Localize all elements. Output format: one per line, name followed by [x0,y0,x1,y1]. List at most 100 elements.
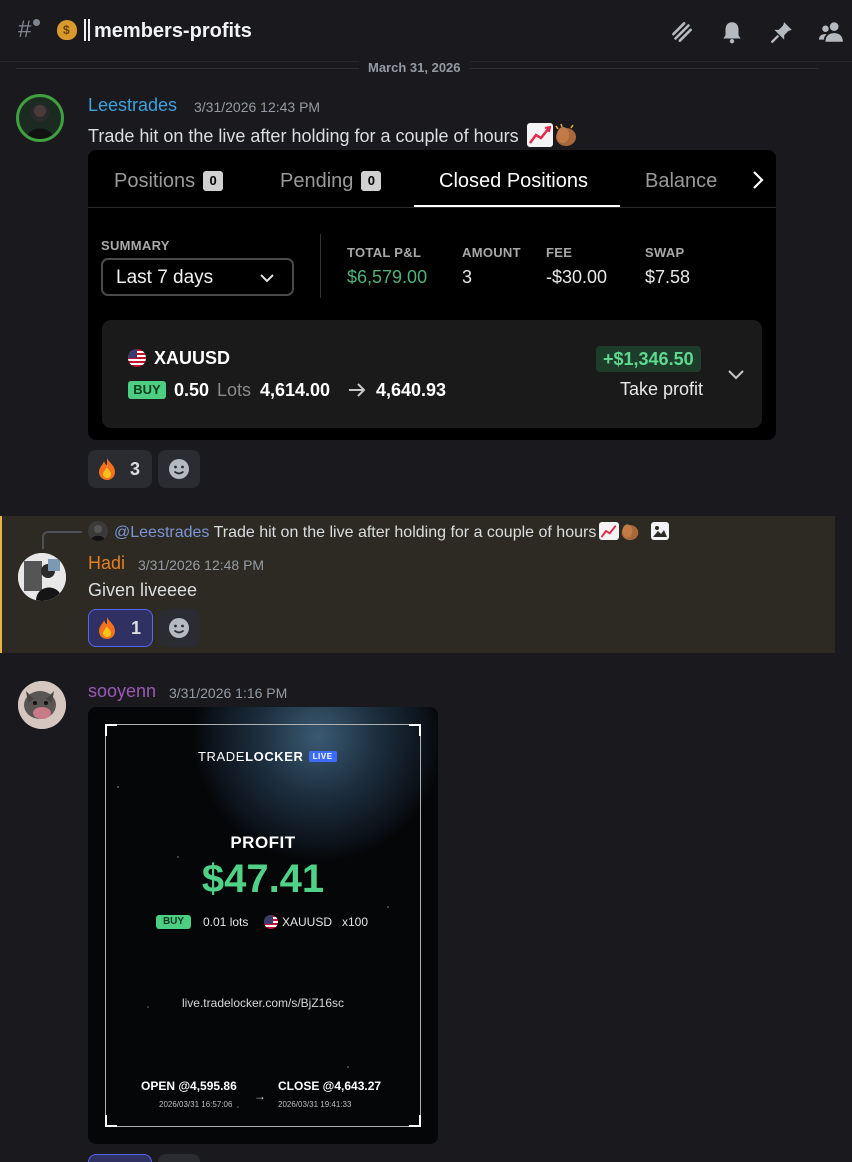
user-avatar-image [18,681,66,729]
symbol-value: XAUUSD [282,915,333,929]
reaction-partial[interactable] [88,1154,152,1162]
summary-range-value: Last 7 days [116,267,214,288]
add-reaction-button[interactable] [158,450,200,488]
frame-corner [105,724,117,736]
members-icon[interactable] [819,19,845,45]
stat-label: TOTAL P&L [347,245,422,260]
tab-count-badge: 0 [361,171,382,191]
us-flag-icon [264,915,278,929]
threads-icon[interactable] [669,19,695,45]
chevron-right-icon[interactable] [746,168,770,192]
stat-label: SWAP [645,245,685,260]
chart-increasing-icon [526,123,553,147]
swap-value: $7.58 [645,267,691,287]
username[interactable]: Hadi [88,553,125,574]
leverage-value: x100 [342,915,369,929]
summary-range-select[interactable]: Last 7 days [101,258,294,296]
timestamp: 3/31/2026 1:16 PM [169,685,288,701]
profit-label: PROFIT [230,833,296,852]
tradelocker-logo: TRADELOCKER LIVE [198,749,337,764]
username[interactable]: Leestrades [88,95,177,116]
close-time: 2026/03/31 19:41:33 [278,1100,352,1109]
tab-label: Balance [645,170,718,192]
live-badge: LIVE [308,751,337,762]
smiley-icon [169,618,189,638]
reply-mention[interactable]: @Leestrades [114,524,209,541]
arrow-right-icon [349,383,366,397]
stat-label: AMOUNT [462,245,521,260]
close-price: CLOSE @4,643.27 [278,1079,382,1093]
position-pnl: +$1,346.50 [596,346,701,372]
message-content: Trade hit on the live after holding for … [88,123,579,147]
clapping-hands-icon [619,521,641,541]
fire-icon [99,617,115,639]
fire-icon [99,458,115,480]
message-text: Trade hit on the live after holding for … [88,126,519,146]
stat-label: FEE [546,245,573,260]
date-divider: March 31, 2026 [359,60,470,75]
user-avatar-image [18,553,66,601]
position-lots: 0.50 [174,380,210,400]
tab-label: Closed Positions [439,170,588,192]
amount-value: 3 [462,267,473,287]
tab-label: Pending [280,170,354,192]
frame-corner [105,1115,117,1127]
reaction-fire[interactable]: 3 [88,450,152,488]
profit-value: $47.41 [201,857,325,901]
username-label[interactable]: Leestrades [88,95,177,115]
clapping-hands-icon [553,123,579,147]
reply-connector [42,531,82,549]
add-reaction-button[interactable] [158,609,200,647]
chevron-down-icon [260,274,274,283]
reaction-count: 3 [130,459,141,479]
arrow-right-icon: → [254,1089,266,1103]
image-icon [650,522,669,540]
lots-value: 0.01 lots [203,915,249,929]
channel-unread-dot [33,19,40,26]
tab-pending[interactable]: Pending 0 [280,170,382,193]
smiley-icon [169,459,189,479]
channel-header: # members-profits [0,0,852,62]
active-tab-indicator [414,205,620,207]
share-url: live.tradelocker.com/s/BjZ16sc [181,996,345,1010]
user-avatar-image [27,104,53,139]
channel-name-label: members-profits [94,20,252,42]
bell-icon[interactable] [719,19,745,45]
open-price: OPEN @4,595.86 [141,1079,237,1093]
username[interactable]: sooyenn [88,681,156,702]
channel-name: members-profits [84,19,252,43]
summary-divider [320,234,321,298]
username-label[interactable]: Hadi [88,553,125,573]
tab-balance[interactable]: Balance [645,170,717,193]
tab-positions[interactable]: Positions 0 [114,170,224,193]
tab-closed-positions[interactable]: Closed Positions [439,170,588,193]
trade-screenshot[interactable]: Positions 0 Pending 0 Closed Positions Bal… [88,150,776,440]
money-bag-icon [57,20,77,40]
chevron-down-icon[interactable] [726,364,746,384]
pin-icon[interactable] [769,19,795,45]
total-pnl-value: $6,579.00 [347,267,428,287]
add-reaction-button[interactable] [158,1154,200,1162]
username-label[interactable]: sooyenn [88,681,156,701]
reply-avatar[interactable] [88,521,108,541]
closed-position-item[interactable]: XAUUSD BUY 0.50 Lots 4,614.00 4,640.93 +… [102,320,762,428]
reply-preview[interactable]: @Leestrades Trade hit on the live after … [114,521,670,542]
tradelocker-share-image[interactable]: TRADELOCKER LIVE PROFIT $47.41 BUY 0.01 l… [88,707,438,1144]
avatar[interactable] [16,94,64,142]
frame-corner [409,1115,421,1127]
chart-increasing-icon [599,522,620,540]
close-price: 4,640.93 [376,380,447,400]
open-time: 2026/03/31 16:57:06 [159,1100,233,1109]
brand-prefix: TRADE [198,749,246,764]
reply-text: Trade hit on the live after holding for … [213,524,597,541]
timestamp: 3/31/2026 12:48 PM [138,557,265,573]
reaction-count: 1 [131,618,142,638]
timestamp: 3/31/2026 12:43 PM [194,99,321,115]
position-tabs: Positions 0 Pending 0 Closed Positions Bal… [88,150,776,208]
avatar[interactable] [18,553,66,601]
side-badge: BUY [156,915,191,929]
reaction-fire[interactable]: 1 [88,609,153,647]
position-symbol: XAUUSD [154,348,231,368]
avatar[interactable] [18,681,66,729]
frame-corner [409,724,421,736]
